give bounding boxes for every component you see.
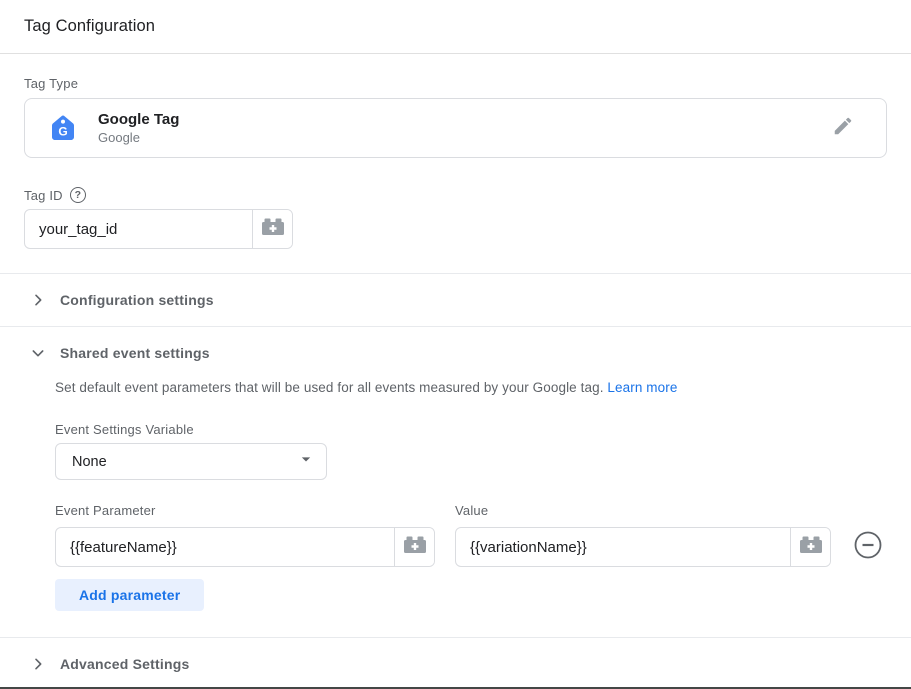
tag-id-label-row: Tag ID ? [24, 187, 887, 203]
tag-id-input-group [24, 209, 293, 249]
event-parameter-input[interactable] [56, 528, 394, 566]
remove-circle-icon [853, 530, 883, 565]
tag-type-label: Tag Type [24, 76, 887, 91]
help-icon[interactable]: ? [70, 187, 86, 203]
value-variable-picker-button[interactable] [790, 528, 830, 566]
remove-parameter-button[interactable] [853, 532, 883, 562]
tag-id-label: Tag ID [24, 188, 63, 203]
google-tag-icon: G [49, 114, 77, 142]
parameter-row [55, 527, 887, 567]
section-advanced-settings[interactable]: Advanced Settings [0, 638, 911, 689]
section-title: Advanced Settings [60, 656, 189, 672]
tag-type-card[interactable]: G Google Tag Google [24, 98, 887, 158]
brick-plus-icon [799, 535, 823, 560]
add-parameter-button[interactable]: Add parameter [55, 579, 204, 611]
section-title: Configuration settings [60, 292, 214, 308]
top-content: Tag Type G Google Tag Google [0, 76, 911, 249]
event-parameter-label: Event Parameter [55, 503, 455, 518]
brick-plus-icon [261, 217, 285, 242]
value-label: Value [455, 503, 488, 518]
pencil-icon [832, 115, 854, 142]
tag-id-input[interactable] [25, 210, 252, 248]
shared-settings-description: Set default event parameters that will b… [55, 380, 887, 395]
tag-type-vendor: Google [98, 130, 830, 145]
value-input[interactable] [456, 528, 790, 566]
tag-type-name: Google Tag [98, 111, 830, 128]
parameter-column-labels: Event Parameter Value [55, 503, 887, 518]
page-title: Tag Configuration [24, 17, 155, 36]
section-title: Shared event settings [60, 345, 210, 361]
description-text: Set default event parameters that will b… [55, 380, 604, 395]
brick-plus-icon [403, 535, 427, 560]
arrow-drop-down-icon [296, 449, 316, 474]
select-value: None [72, 454, 296, 470]
parameter-variable-picker-button[interactable] [394, 528, 434, 566]
section-shared-event-settings[interactable]: Shared event settings [0, 327, 911, 373]
tag-configuration-panel: Tag Configuration Tag Type G Google Tag … [0, 0, 911, 689]
tag-id-variable-picker-button[interactable] [252, 210, 292, 248]
shared-event-settings-body: Set default event parameters that will b… [0, 380, 911, 611]
chevron-right-icon [30, 292, 46, 308]
chevron-right-icon [30, 656, 46, 672]
svg-text:G: G [58, 125, 67, 139]
event-settings-variable-select[interactable]: None [55, 443, 327, 480]
chevron-down-icon [30, 345, 46, 361]
event-parameter-input-group [55, 527, 435, 567]
learn-more-link[interactable]: Learn more [607, 380, 677, 395]
section-configuration-settings[interactable]: Configuration settings [0, 274, 911, 326]
event-settings-variable-label: Event Settings Variable [55, 422, 887, 437]
edit-tag-type-button[interactable] [830, 115, 856, 141]
value-input-group [455, 527, 831, 567]
panel-header: Tag Configuration [0, 0, 911, 54]
tag-id-block: Tag ID ? [24, 187, 887, 249]
tag-type-info: Google Tag Google [98, 111, 830, 145]
